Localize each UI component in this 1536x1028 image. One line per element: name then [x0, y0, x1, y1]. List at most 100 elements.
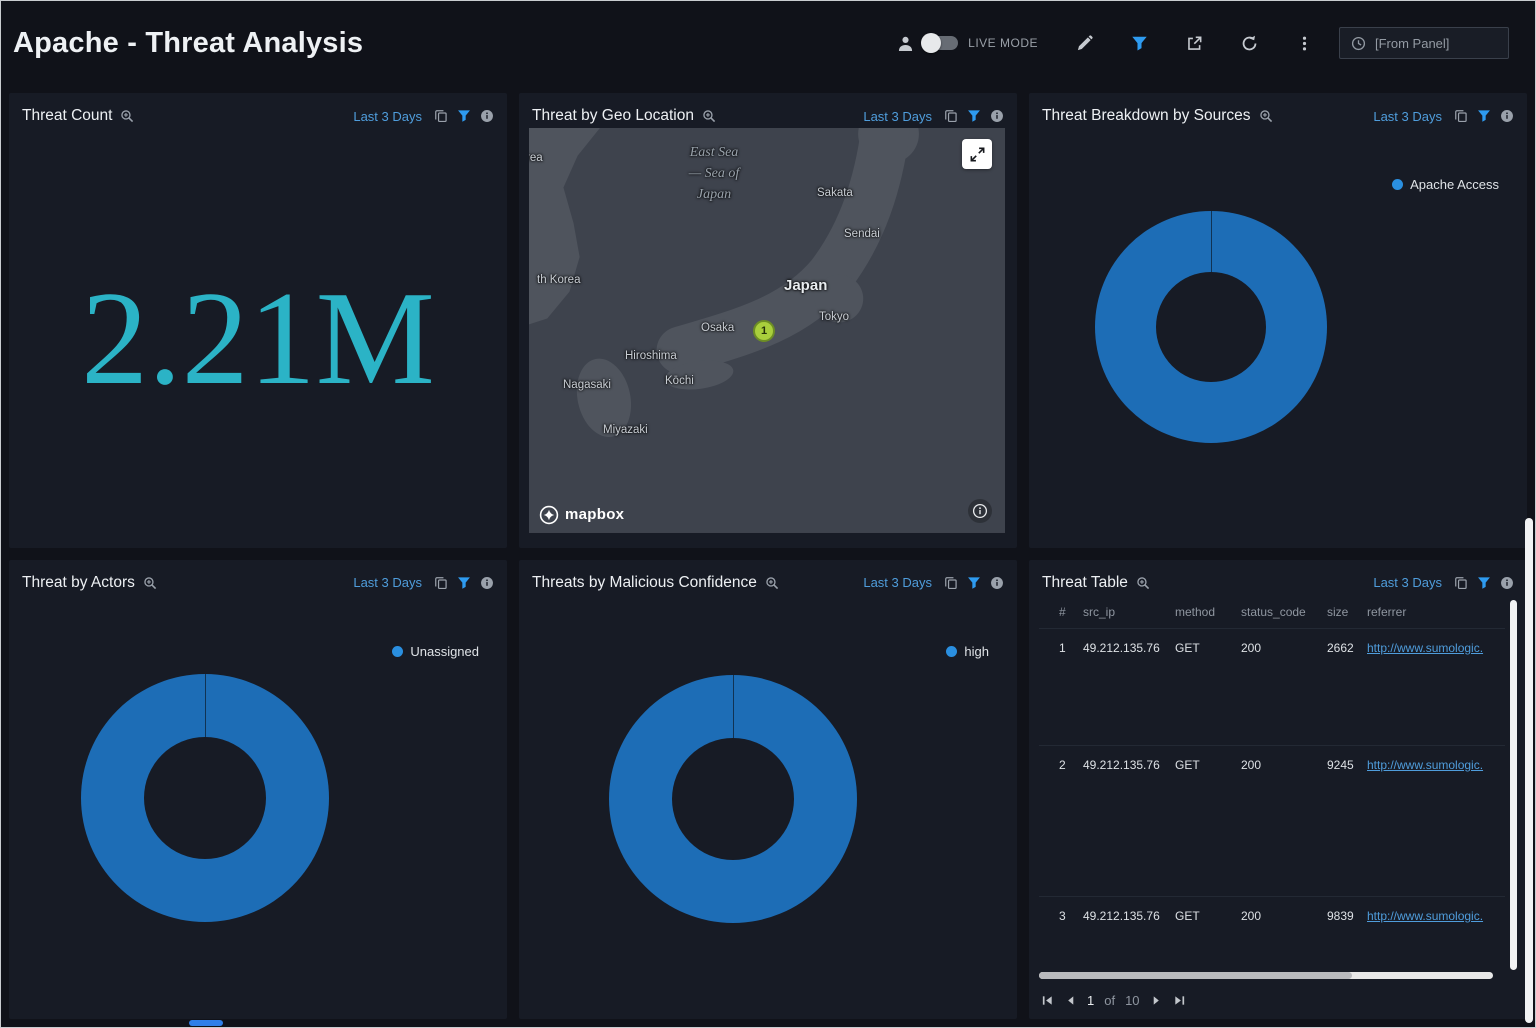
cell-index: 1: [1039, 641, 1083, 655]
info-icon[interactable]: [480, 109, 494, 123]
panel-filter-icon[interactable]: [1477, 109, 1491, 123]
map-label: Miyazaki: [603, 424, 648, 436]
time-range-label[interactable]: Last 3 Days: [863, 109, 932, 124]
donut-chart-sources[interactable]: [1095, 211, 1327, 443]
donut-chart-actors[interactable]: [81, 674, 329, 922]
cell-size: 9245: [1327, 758, 1367, 772]
first-page-icon[interactable]: [1041, 994, 1054, 1007]
table-header-row: # src_ip method status_code size referre…: [1039, 596, 1505, 629]
share-icon[interactable]: [1186, 35, 1203, 52]
cell-size: 9839: [1327, 909, 1367, 923]
dashboard-title: Apache - Threat Analysis: [13, 27, 363, 60]
info-icon[interactable]: [990, 109, 1004, 123]
clock-icon: [1351, 36, 1366, 51]
page-vertical-scrollbar-thumb[interactable]: [1525, 518, 1533, 1023]
mapbox-wordmark: mapbox: [565, 506, 624, 523]
col-header-size[interactable]: size: [1327, 605, 1367, 619]
time-range-label[interactable]: Last 3 Days: [863, 575, 932, 590]
panel-filter-icon[interactable]: [457, 109, 471, 123]
info-icon[interactable]: [480, 576, 494, 590]
panel-filter-icon[interactable]: [1477, 576, 1491, 590]
cell-referrer-link[interactable]: http://www.sumologic.: [1367, 758, 1505, 772]
geo-map[interactable]: rea East Sea — Sea of Japan Sakata Senda…: [529, 128, 1005, 533]
info-icon[interactable]: [1500, 109, 1514, 123]
panel-header: Threat by Geo Location Last 3 Days: [519, 93, 1017, 129]
cell-src-ip: 49.212.135.76: [1083, 909, 1175, 923]
copy-icon[interactable]: [434, 109, 448, 123]
time-range-value: [From Panel]: [1375, 36, 1449, 51]
copy-icon[interactable]: [944, 109, 958, 123]
col-header-status-code[interactable]: status_code: [1241, 605, 1327, 619]
zoom-in-icon[interactable]: [143, 576, 157, 590]
copy-icon[interactable]: [1454, 576, 1468, 590]
cell-status-code: 200: [1241, 909, 1327, 923]
cell-status-code: 200: [1241, 641, 1327, 655]
map-cluster-marker[interactable]: 1: [753, 320, 775, 342]
table-row[interactable]: 3 49.212.135.76 GET 200 9839 http://www.…: [1039, 896, 1505, 973]
copy-icon[interactable]: [944, 576, 958, 590]
col-header-referrer[interactable]: referrer: [1367, 605, 1505, 619]
donut-seam: [205, 674, 206, 737]
filter-icon[interactable]: [1131, 35, 1148, 52]
zoom-in-icon[interactable]: [765, 576, 779, 590]
map-label: Kōchi: [665, 375, 694, 387]
table-row[interactable]: 2 49.212.135.76 GET 200 9245 http://www.…: [1039, 745, 1505, 896]
time-range-label[interactable]: Last 3 Days: [1373, 109, 1442, 124]
panel-filter-icon[interactable]: [967, 576, 981, 590]
cell-referrer-link[interactable]: http://www.sumologic.: [1367, 909, 1505, 923]
col-header-method[interactable]: method: [1175, 605, 1241, 619]
map-fullscreen-button[interactable]: [962, 139, 992, 169]
info-icon[interactable]: [990, 576, 1004, 590]
cell-method: GET: [1175, 758, 1241, 772]
panel-title: Threat Count: [22, 107, 112, 125]
time-range-label[interactable]: Last 3 Days: [1373, 575, 1442, 590]
map-label: rea: [529, 152, 543, 164]
info-icon[interactable]: [1500, 576, 1514, 590]
map-info-button[interactable]: [968, 499, 992, 523]
cell-referrer-link[interactable]: http://www.sumologic.: [1367, 641, 1505, 655]
cell-src-ip: 49.212.135.76: [1083, 758, 1175, 772]
panel-title: Threat by Geo Location: [532, 107, 694, 125]
zoom-in-icon[interactable]: [1259, 109, 1273, 123]
toggle-knob: [921, 33, 941, 53]
col-header-index[interactable]: #: [1039, 605, 1083, 619]
refresh-icon[interactable]: [1241, 35, 1258, 52]
map-label: Osaka: [701, 322, 734, 334]
table-horizontal-scrollbar[interactable]: [1039, 972, 1493, 979]
zoom-in-icon[interactable]: [1136, 576, 1150, 590]
kebab-menu-icon[interactable]: [1296, 35, 1313, 52]
table-vertical-scrollbar[interactable]: [1510, 600, 1517, 970]
chart-legend[interactable]: high: [946, 644, 989, 659]
mapbox-attribution[interactable]: mapbox: [539, 505, 624, 525]
panel-filter-icon[interactable]: [967, 109, 981, 123]
scrollbar-thumb[interactable]: [1039, 972, 1352, 979]
edit-icon[interactable]: [1076, 35, 1093, 52]
previous-page-icon[interactable]: [1064, 994, 1077, 1007]
donut-chart-confidence[interactable]: [609, 675, 857, 923]
next-page-icon[interactable]: [1150, 994, 1163, 1007]
map-label: Sakata: [817, 187, 853, 199]
chart-legend[interactable]: Unassigned: [392, 644, 479, 659]
copy-icon[interactable]: [1454, 109, 1468, 123]
panel-filter-icon[interactable]: [457, 576, 471, 590]
user-icon[interactable]: [897, 35, 914, 52]
last-page-icon[interactable]: [1173, 994, 1186, 1007]
legend-dot: [946, 646, 957, 657]
live-mode-toggle[interactable]: [924, 36, 958, 50]
map-label: Sendai: [844, 228, 880, 240]
legend-label: Unassigned: [410, 644, 479, 659]
donut-seam: [733, 675, 734, 738]
time-range-label[interactable]: Last 3 Days: [353, 575, 422, 590]
legend-dot: [392, 646, 403, 657]
table-row[interactable]: 1 49.212.135.76 GET 200 2662 http://www.…: [1039, 629, 1505, 745]
time-range-selector[interactable]: [From Panel]: [1339, 27, 1509, 59]
zoom-in-icon[interactable]: [702, 109, 716, 123]
chart-legend[interactable]: Apache Access: [1392, 177, 1499, 192]
copy-icon[interactable]: [434, 576, 448, 590]
col-header-src-ip[interactable]: src_ip: [1083, 605, 1175, 619]
time-range-label[interactable]: Last 3 Days: [353, 109, 422, 124]
page-horizontal-scrollbar-thumb[interactable]: [189, 1020, 223, 1026]
panel-threat-geo: Threat by Geo Location Last 3 Days: [519, 93, 1017, 548]
zoom-in-icon[interactable]: [120, 109, 134, 123]
donut-seam: [1211, 211, 1212, 272]
